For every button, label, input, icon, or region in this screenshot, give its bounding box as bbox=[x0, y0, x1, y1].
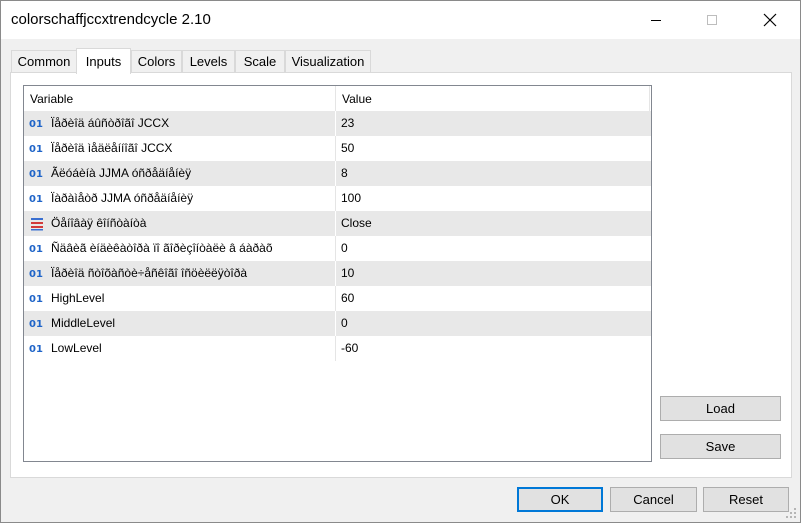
tab-label: Scale bbox=[243, 54, 277, 69]
cancel-label: Cancel bbox=[633, 492, 674, 507]
tab-label: Visualization bbox=[291, 54, 365, 69]
tab-levels[interactable]: Levels bbox=[182, 50, 235, 72]
title-bar: colorschaffjccxtrendcycle 2.10 bbox=[1, 1, 800, 39]
variable-name: Ñäâèã èíäèêàòîðà ïî ãîðèçîíòàëè â áàðàõ bbox=[51, 241, 273, 255]
cell-divider bbox=[335, 236, 336, 261]
minimize-icon bbox=[651, 20, 661, 21]
table-row[interactable]: 01 Ïåðèîä ñòîõàñòè÷åñêîãî îñöèëëÿòîðà 10 bbox=[24, 261, 651, 286]
table-row[interactable]: 01 MiddleLevel 0 bbox=[24, 311, 651, 336]
cell-divider bbox=[335, 211, 336, 236]
variable-value[interactable]: 50 bbox=[341, 136, 354, 161]
cell-divider bbox=[335, 186, 336, 211]
table-row[interactable]: 01 Ïåðèîä ìåäëåííîãî JCCX 50 bbox=[24, 136, 651, 161]
int-icon: 01 bbox=[29, 116, 45, 132]
icon-text: 01 bbox=[29, 319, 43, 330]
icon-text: 01 bbox=[29, 294, 43, 305]
ok-button[interactable]: OK bbox=[517, 487, 603, 512]
resize-grip-icon[interactable] bbox=[782, 504, 798, 520]
variable-value[interactable]: 0 bbox=[341, 236, 348, 261]
variable-name: Ïåðèîä ìåäëåííîãî JCCX bbox=[51, 141, 173, 155]
variable-name: MiddleLevel bbox=[51, 316, 116, 330]
reset-button[interactable]: Reset bbox=[703, 487, 789, 512]
column-divider bbox=[649, 86, 650, 111]
tab-visualization[interactable]: Visualization bbox=[285, 50, 371, 72]
grid-header: Variable Value bbox=[24, 86, 651, 111]
table-row[interactable]: 01 Ïàðàìåòð JJMA óñðåäíåíèÿ 100 bbox=[24, 186, 651, 211]
cell-divider bbox=[335, 286, 336, 311]
reset-label: Reset bbox=[729, 492, 763, 507]
table-row[interactable]: Öåíîâàÿ êîíñòàíòà Close bbox=[24, 211, 651, 236]
icon-text: 01 bbox=[29, 119, 43, 130]
int-icon: 01 bbox=[29, 266, 45, 282]
int-icon: 01 bbox=[29, 341, 45, 357]
save-label: Save bbox=[705, 439, 736, 454]
icon-text: 01 bbox=[29, 194, 43, 205]
variable-name: Ïåðèîä áûñòðîãî JCCX bbox=[51, 116, 170, 130]
tab-label: Colors bbox=[137, 54, 176, 69]
variable-name: Öåíîâàÿ êîíñòàíòà bbox=[51, 216, 147, 230]
tab-label: Levels bbox=[189, 54, 228, 69]
cell-divider bbox=[335, 161, 336, 186]
icon-text: 01 bbox=[29, 169, 43, 180]
icon-text: 01 bbox=[29, 344, 43, 355]
variable-value[interactable]: 0 bbox=[341, 311, 348, 336]
variable-value[interactable]: -60 bbox=[341, 336, 358, 361]
maximize-icon bbox=[707, 15, 717, 25]
variable-value[interactable]: 8 bbox=[341, 161, 348, 186]
column-divider[interactable] bbox=[335, 86, 336, 111]
int-icon: 01 bbox=[29, 191, 45, 207]
maximize-button bbox=[689, 1, 735, 39]
variable-value[interactable]: 10 bbox=[341, 261, 354, 286]
icon-text: 01 bbox=[29, 144, 43, 155]
close-icon bbox=[763, 13, 777, 27]
variable-value[interactable]: Close bbox=[341, 211, 372, 236]
int-icon: 01 bbox=[29, 166, 45, 182]
int-icon: 01 bbox=[29, 291, 45, 307]
tab-common[interactable]: Common bbox=[11, 50, 77, 72]
table-row[interactable]: 01 HighLevel 60 bbox=[24, 286, 651, 311]
variable-name: Ãëóáèíà JJMA óñðåäíåíèÿ bbox=[51, 166, 192, 180]
close-button[interactable] bbox=[747, 1, 793, 39]
variable-name: LowLevel bbox=[51, 341, 102, 355]
cancel-button[interactable]: Cancel bbox=[610, 487, 697, 512]
int-icon: 01 bbox=[29, 316, 45, 332]
dialog-window: colorschaffjccxtrendcycle 2.10 Common In… bbox=[0, 0, 801, 523]
cell-divider bbox=[335, 111, 336, 136]
tab-scale[interactable]: Scale bbox=[235, 50, 285, 72]
variable-value[interactable]: 100 bbox=[341, 186, 361, 211]
tab-colors[interactable]: Colors bbox=[131, 50, 182, 72]
table-row[interactable]: 01 Ïåðèîä áûñòðîãî JCCX 23 bbox=[24, 111, 651, 136]
load-button[interactable]: Load bbox=[660, 396, 781, 421]
variable-value[interactable]: 60 bbox=[341, 286, 354, 311]
table-row[interactable]: 01 LowLevel -60 bbox=[24, 336, 651, 361]
cell-divider bbox=[335, 336, 336, 361]
window-title: colorschaffjccxtrendcycle 2.10 bbox=[11, 11, 211, 28]
column-header-value[interactable]: Value bbox=[342, 86, 372, 111]
variable-name: HighLevel bbox=[51, 291, 105, 305]
icon-text: 01 bbox=[29, 269, 43, 280]
enum-icon bbox=[29, 216, 45, 232]
cell-divider bbox=[335, 311, 336, 336]
column-header-variable[interactable]: Variable bbox=[30, 86, 73, 111]
int-icon: 01 bbox=[29, 241, 45, 257]
variable-name: Ïåðèîä ñòîõàñòè÷åñêîãî îñöèëëÿòîðà bbox=[51, 266, 248, 280]
ok-label: OK bbox=[550, 492, 570, 507]
tab-label: Inputs bbox=[85, 54, 122, 69]
variable-name: Ïàðàìåòð JJMA óñðåäíåíèÿ bbox=[51, 191, 194, 205]
table-row[interactable]: 01 Ñäâèã èíäèêàòîðà ïî ãîðèçîíòàëè â áàðà… bbox=[24, 236, 651, 261]
cell-divider bbox=[335, 261, 336, 286]
tab-inputs[interactable]: Inputs bbox=[76, 48, 131, 74]
inputs-panel: Variable Value 01 Ïåðèîä áûñòðîãî JCCX 23 0… bbox=[10, 72, 792, 478]
table-row[interactable]: 01 Ãëóáèíà JJMA óñðåäíåíèÿ 8 bbox=[24, 161, 651, 186]
save-button[interactable]: Save bbox=[660, 434, 781, 459]
inputs-grid: Variable Value 01 Ïåðèîä áûñòðîãî JCCX 23 0… bbox=[23, 85, 652, 462]
icon-text: 01 bbox=[29, 244, 43, 255]
int-icon: 01 bbox=[29, 141, 45, 157]
cell-divider bbox=[335, 136, 336, 161]
minimize-button[interactable] bbox=[633, 1, 679, 39]
tab-label: Common bbox=[17, 54, 71, 69]
load-label: Load bbox=[706, 401, 735, 416]
variable-value[interactable]: 23 bbox=[341, 111, 354, 136]
